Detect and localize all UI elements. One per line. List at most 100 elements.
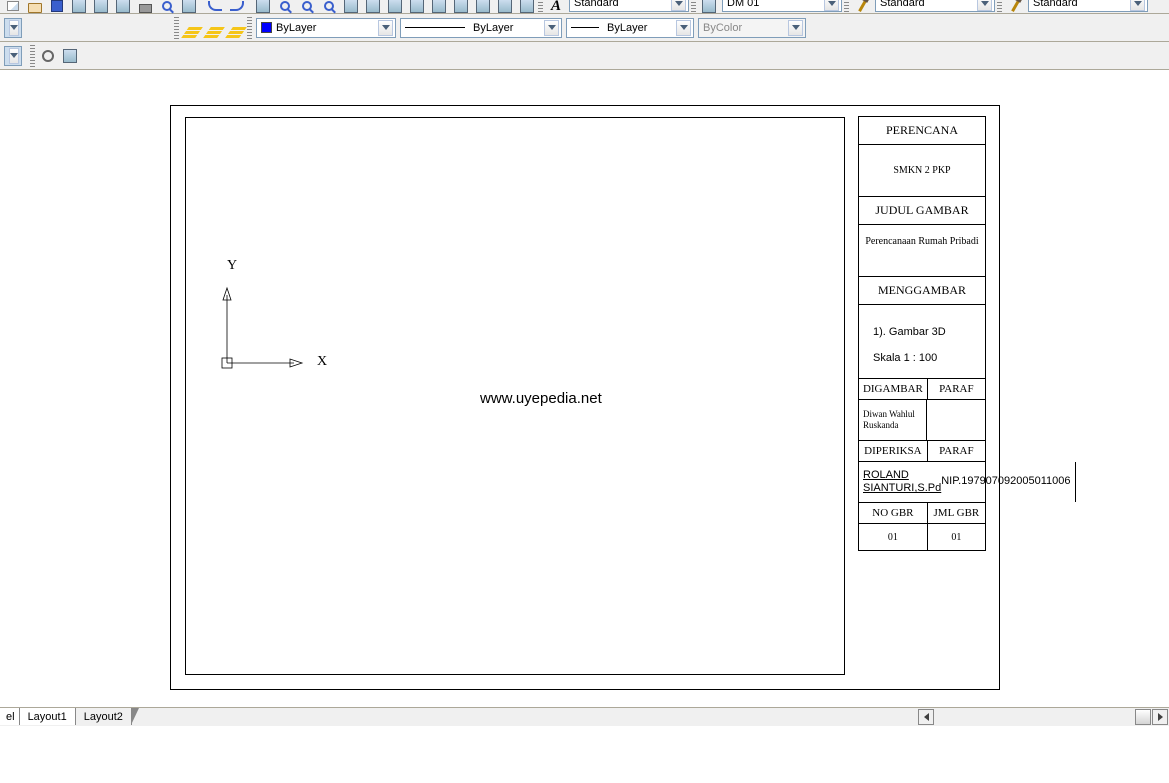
nogbr-header: NO GBR	[859, 503, 928, 523]
paraf-header-1: PARAF	[928, 379, 985, 399]
toolbar-btn-print[interactable]	[134, 0, 156, 12]
toolbar-btn-cut[interactable]	[68, 0, 90, 12]
paraf-header-2: PARAF	[928, 441, 985, 461]
tablestyle-value: Standard	[880, 0, 973, 9]
layer-dropdown[interactable]: ByLayer	[256, 18, 396, 38]
diperiksa-value-row: ROLAND SIANTURI,S.Pd NIP.197907092005011…	[859, 462, 985, 503]
jmlgbr-header: JML GBR	[928, 503, 985, 523]
layout-tabs: el Layout1 Layout2	[0, 707, 1169, 726]
hscroll-right[interactable]	[1152, 709, 1168, 725]
layer-manager-btn[interactable]	[225, 17, 247, 39]
title-block: PERENCANA SMKN 2 PKP JUDUL GAMBAR Perenc…	[858, 116, 986, 551]
dimstyle-dropdown[interactable]: DM 01	[722, 0, 842, 12]
judul-header: JUDUL GAMBAR	[859, 197, 985, 225]
plotstyle-value: ByColor	[703, 22, 784, 34]
toolbar-small-dd[interactable]	[4, 18, 22, 38]
mleaderstyle-dropdown[interactable]: Standard	[1028, 0, 1148, 12]
digambar-row: DIGAMBAR PARAF	[859, 379, 985, 400]
toolbar-btn-draw5[interactable]	[428, 0, 450, 12]
digambar-header: DIGAMBAR	[859, 379, 928, 399]
judul-value: Perencanaan Rumah Pribadi	[859, 225, 985, 277]
tab-model-partial[interactable]: el	[0, 708, 20, 725]
diperiksa-value: ROLAND SIANTURI,S.Pd NIP.197907092005011…	[859, 462, 1076, 502]
paraf-slot-1	[927, 400, 985, 440]
tablestyle-dropdown[interactable]: Standard	[875, 0, 995, 12]
toolbar-btn-plot[interactable]	[178, 0, 200, 12]
linetype-preview	[405, 27, 465, 28]
layer-states-btn[interactable]	[181, 17, 203, 39]
layer-color-swatch	[261, 22, 272, 33]
paraf-slot-2	[1076, 462, 1084, 502]
layer-filter-btn[interactable]	[203, 17, 225, 39]
menggambar-item: 1). Gambar 3D	[873, 325, 946, 340]
toolbar-btn-dim[interactable]	[698, 0, 720, 12]
lineweight-value: ByLayer	[607, 22, 672, 34]
toolbar-btn-text[interactable]: A	[545, 0, 567, 12]
toolbar-btn-zoom-window[interactable]	[296, 0, 318, 12]
settings-btn[interactable]	[37, 45, 59, 67]
toolbar-btn-pan[interactable]	[252, 0, 274, 12]
toolbar-btn-zoom[interactable]	[274, 0, 296, 12]
chevron-down-icon	[9, 20, 19, 36]
ucs-y-label: Y	[227, 258, 237, 274]
toolbar-btn-undo[interactable]	[204, 0, 226, 12]
settings-btn2[interactable]	[59, 45, 81, 67]
gbr-value-row: 01 01	[859, 524, 985, 550]
toolbar-btn-mleader[interactable]	[1004, 0, 1026, 12]
perencana-header: PERENCANA	[859, 117, 985, 145]
tab-layout2[interactable]: Layout2	[76, 708, 132, 725]
chevron-down-icon	[544, 20, 559, 36]
mleaderstyle-value: Standard	[1033, 0, 1126, 9]
chevron-down-icon	[977, 0, 992, 11]
menggambar-header: MENGGAMBAR	[859, 277, 985, 305]
lineweight-dropdown[interactable]: ByLayer	[566, 18, 694, 38]
watermark-text: www.uyepedia.net	[480, 390, 602, 407]
plotstyle-dropdown[interactable]: ByColor	[698, 18, 806, 38]
chevron-down-icon	[671, 0, 686, 11]
chevron-down-icon	[824, 0, 839, 11]
chevron-down-icon	[788, 20, 803, 36]
hscroll-left[interactable]	[918, 709, 934, 725]
menggambar-skala: Skala 1 : 100	[873, 351, 937, 366]
digambar-value: Diwan Wahlul Ruskanda	[859, 400, 927, 440]
toolbar-btn-draw6[interactable]	[450, 0, 472, 12]
ucs-icon	[222, 280, 312, 370]
layer-value: ByLayer	[276, 22, 374, 34]
toolbar-btn-draw1[interactable]	[340, 0, 362, 12]
ucs-x-label: X	[317, 354, 327, 370]
diperiksa-name: ROLAND SIANTURI,S.Pd	[863, 469, 941, 495]
toolbar-btn-draw3[interactable]	[384, 0, 406, 12]
hscroll-thumb[interactable]	[1135, 709, 1151, 725]
toolbar-btn-paste[interactable]	[112, 0, 134, 12]
toolbar-btn-dim2[interactable]	[851, 0, 873, 12]
toolbar-row-misc	[0, 42, 1169, 70]
toolbar-btn-copy[interactable]	[90, 0, 112, 12]
diperiksa-row: DIPERIKSA PARAF	[859, 441, 985, 462]
toolbar-btn-draw7[interactable]	[472, 0, 494, 12]
digambar-value-row: Diwan Wahlul Ruskanda	[859, 400, 985, 441]
toolbar-btn-save[interactable]	[46, 0, 68, 12]
toolbar-btn-new[interactable]	[2, 0, 24, 12]
textstyle-dropdown[interactable]: Standard	[569, 0, 689, 12]
toolbar-row-layers: ByLayer ByLayer ByLayer ByColor	[0, 14, 1169, 42]
jmlgbr-value: 01	[928, 524, 985, 550]
menggambar-value: 1). Gambar 3D Skala 1 : 100	[859, 305, 985, 379]
toolbar-btn-draw8[interactable]	[494, 0, 516, 12]
toolbar-btn-draw2[interactable]	[362, 0, 384, 12]
toolbar-btn-draw4[interactable]	[406, 0, 428, 12]
nogbr-value: 01	[859, 524, 928, 550]
diperiksa-header: DIPERIKSA	[859, 441, 928, 461]
tab-layout1[interactable]: Layout1	[20, 708, 76, 725]
toolbar-btn-draw9[interactable]	[516, 0, 538, 12]
perencana-value: SMKN 2 PKP	[859, 145, 985, 197]
toolbar-row-top: A Standard DM 01 Standard Standard	[0, 0, 1169, 14]
toolbar-btn-zoom-prev[interactable]	[318, 0, 340, 12]
chevron-down-icon	[1130, 0, 1145, 11]
gbr-header-row: NO GBR JML GBR	[859, 503, 985, 524]
toolbar-btn-open[interactable]	[24, 0, 46, 12]
toolbar-small-dd2[interactable]	[4, 46, 22, 66]
toolbar-btn-preview[interactable]	[156, 0, 178, 12]
lineweight-preview	[571, 27, 599, 28]
toolbar-btn-redo[interactable]	[226, 0, 248, 12]
linetype-dropdown[interactable]: ByLayer	[400, 18, 562, 38]
